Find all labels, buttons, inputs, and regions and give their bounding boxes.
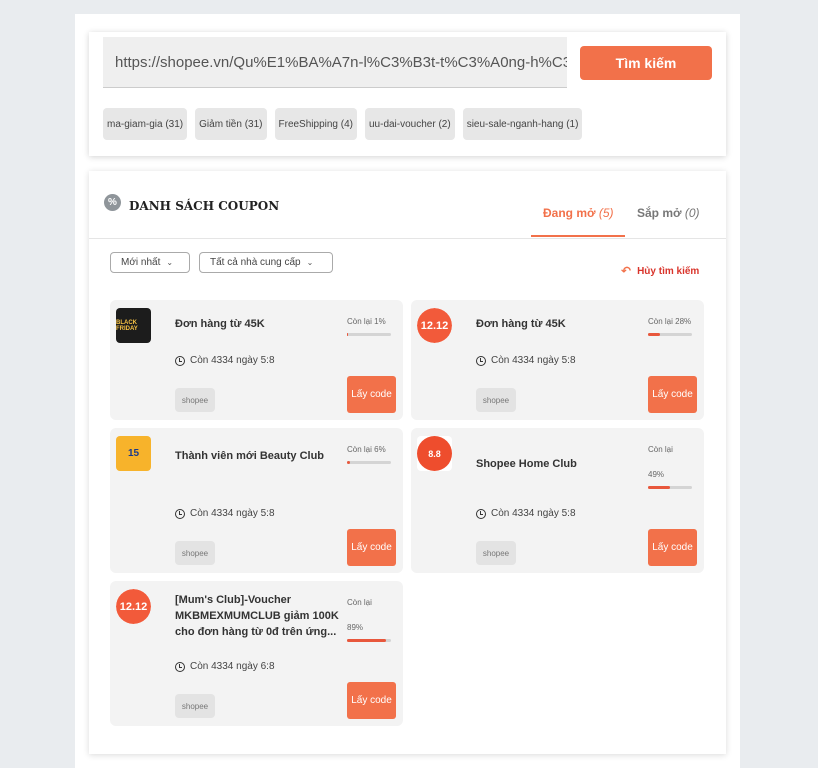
coupon-title: Thành viên mới Beauty Club xyxy=(175,450,325,462)
tab-open[interactable]: Đang mở (5) xyxy=(543,206,614,220)
clock-icon xyxy=(175,508,185,519)
shopee-88-logo: 8.8 xyxy=(417,436,452,471)
time-remaining-text: Còn 4334 ngày 5:8 xyxy=(491,355,576,366)
get-code-button[interactable]: Lấy code xyxy=(347,682,396,719)
remaining-progress-fill xyxy=(347,461,350,464)
coupon-title: Đơn hàng từ 45K xyxy=(175,318,265,330)
clock-icon xyxy=(175,355,185,366)
remaining-progress-bar xyxy=(347,639,391,642)
tab-open-count: (5) xyxy=(598,206,614,220)
remaining-percent: 49% xyxy=(648,470,665,479)
coupon-title: Đơn hàng từ 45K xyxy=(476,318,566,330)
tag-list: ma-giam-gia (31) Giảm tiền (31) FreeShip… xyxy=(103,108,583,140)
sort-dropdown-label: Mới nhất xyxy=(121,257,161,268)
get-code-button[interactable]: Lấy code xyxy=(648,529,697,566)
time-remaining: Còn 4334 ngày 5:8 xyxy=(476,508,576,519)
remaining-label: Còn lại xyxy=(648,445,673,454)
remaining-progress-bar xyxy=(648,486,692,489)
remaining-progress-fill xyxy=(347,639,387,642)
12-12-logo: 12.12 xyxy=(417,308,452,343)
get-code-button[interactable]: Lấy code xyxy=(347,529,396,566)
search-button[interactable]: Tìm kiếm xyxy=(580,46,712,80)
tag-chip[interactable]: ma-giam-gia (31) xyxy=(103,108,188,140)
get-code-button[interactable]: Lấy code xyxy=(347,376,396,413)
remaining-label: Còn lại 1% xyxy=(347,317,386,326)
remaining-progress-fill xyxy=(347,333,348,336)
clock-icon xyxy=(476,355,486,366)
tag-chip[interactable]: uu-dai-voucher (2) xyxy=(364,108,455,140)
coupon-card: 15 Thành viên mới Beauty Club Còn lại 6%… xyxy=(110,428,403,573)
coupon-card: 12.12 Đơn hàng từ 45K Còn lại 28% Còn 43… xyxy=(411,300,704,420)
remaining-progress-fill xyxy=(648,333,661,336)
time-remaining-text: Còn 4334 ngày 5:8 xyxy=(491,508,576,519)
time-remaining: Còn 4334 ngày 5:8 xyxy=(476,355,576,366)
provider-chip: shopee xyxy=(476,541,516,565)
remaining-percent: 89% xyxy=(347,623,364,632)
coupon-card: BLACK FRIDAY Đơn hàng từ 45K Còn lại 1% … xyxy=(110,300,403,420)
logo-text: 12.12 xyxy=(417,308,452,343)
time-remaining-text: Còn 4334 ngày 5:8 xyxy=(190,355,275,366)
remaining-label: Còn lại xyxy=(347,598,372,607)
list-header: % DANH SÁCH COUPON xyxy=(104,191,279,213)
tab-upcoming[interactable]: Sắp mở (0) xyxy=(637,206,700,220)
coupon-card: 12.12 [Mum's Club]-Voucher MKBMEXMUMCLUB… xyxy=(110,581,403,726)
search-input[interactable]: https://shopee.vn/Qu%E1%BA%A7n-l%C3%B3t-… xyxy=(103,37,567,88)
remaining-label: Còn lại 28% xyxy=(648,317,692,326)
remaining-progress-bar xyxy=(347,333,391,336)
remaining-progress-bar xyxy=(347,461,391,464)
cancel-search-label: Hủy tìm kiếm xyxy=(637,265,700,277)
provider-chip: shopee xyxy=(175,694,215,718)
get-code-button[interactable]: Lấy code xyxy=(648,376,697,413)
tab-open-label: Đang mở xyxy=(543,206,596,220)
black-friday-logo: BLACK FRIDAY xyxy=(116,308,151,343)
remaining-progress-fill xyxy=(648,486,670,489)
header-divider xyxy=(89,238,726,239)
coupon-title: [Mum's Club]-Voucher MKBMEXMUMCLUB giảm … xyxy=(175,594,339,638)
chevron-down-icon: ⌄ xyxy=(166,258,174,267)
coupon-card: 8.8 Shopee Home Club Còn lại 49% Còn 433… xyxy=(411,428,704,573)
clock-icon xyxy=(476,508,486,519)
undo-icon: ↶ xyxy=(621,264,632,278)
time-remaining-text: Còn 4334 ngày 5:8 xyxy=(190,508,275,519)
15-sale-logo: 15 xyxy=(116,436,151,471)
12-12-logo: 12.12 xyxy=(116,589,151,624)
provider-chip: shopee xyxy=(476,388,516,412)
tab-upcoming-label: Sắp mở xyxy=(637,206,682,220)
logo-text: BLACK FRIDAY xyxy=(116,319,138,332)
time-remaining-text: Còn 4334 ngày 6:8 xyxy=(190,661,275,672)
active-tab-indicator xyxy=(531,235,625,237)
coupon-title: Shopee Home Club xyxy=(476,458,577,470)
clock-icon xyxy=(175,661,185,672)
remaining-progress-bar xyxy=(648,333,692,336)
percent-badge-icon: % xyxy=(104,193,121,211)
logo-text: 8.8 xyxy=(417,436,452,471)
time-remaining: Còn 4334 ngày 5:8 xyxy=(175,508,275,519)
provider-chip: shopee xyxy=(175,541,215,565)
provider-chip: shopee xyxy=(175,388,215,412)
provider-dropdown-label: Tất cả nhà cung cấp xyxy=(210,257,301,268)
tab-upcoming-count: (0) xyxy=(684,206,700,220)
tag-chip[interactable]: FreeShipping (4) xyxy=(274,108,357,140)
sort-dropdown[interactable]: Mới nhất ⌄ xyxy=(110,252,190,273)
logo-text: 12.12 xyxy=(116,589,151,624)
time-remaining: Còn 4334 ngày 5:8 xyxy=(175,355,275,366)
time-remaining: Còn 4334 ngày 6:8 xyxy=(175,661,275,672)
chevron-down-icon: ⌄ xyxy=(306,258,314,267)
provider-dropdown[interactable]: Tất cả nhà cung cấp ⌄ xyxy=(199,252,333,273)
tag-chip[interactable]: sieu-sale-nganh-hang (1) xyxy=(462,108,583,140)
remaining-label: Còn lại 6% xyxy=(347,445,386,454)
list-title: DANH SÁCH COUPON xyxy=(129,199,280,213)
logo-text: 15 xyxy=(127,448,140,459)
cancel-search-link[interactable]: ↶ Hủy tìm kiếm xyxy=(621,264,699,278)
tag-chip[interactable]: Giảm tiền (31) xyxy=(195,108,267,140)
